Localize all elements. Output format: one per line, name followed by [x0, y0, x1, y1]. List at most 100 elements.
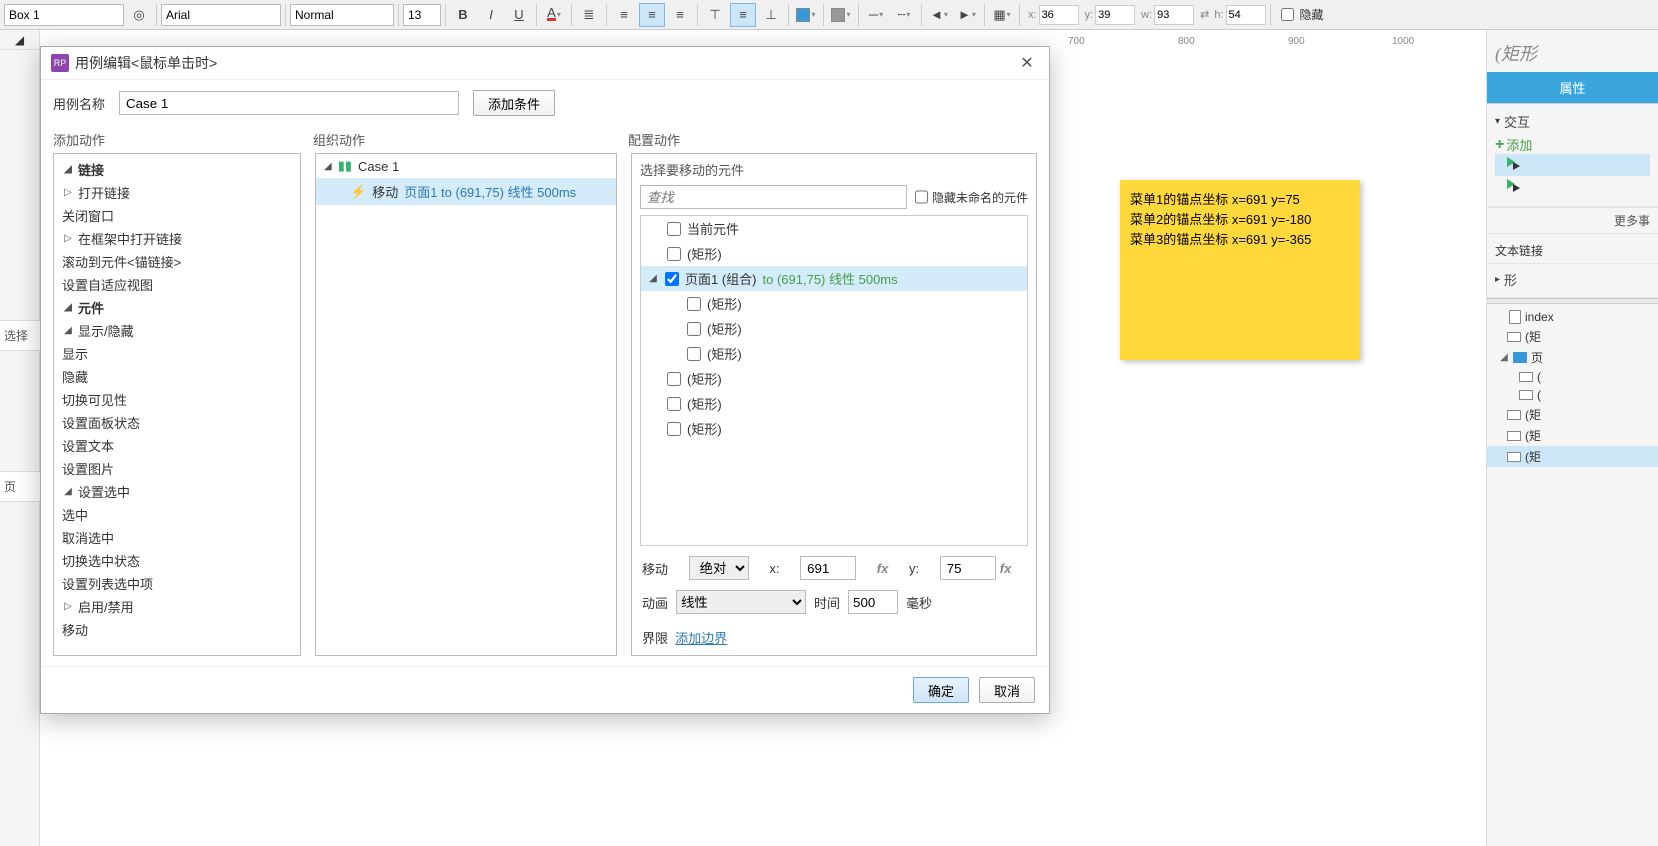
fill-color-button[interactable]: ▾: [793, 3, 819, 27]
bold-button[interactable]: B: [450, 3, 476, 27]
cfg-item-checkbox[interactable]: [687, 297, 701, 311]
arrow-start-button[interactable]: ◄▾: [926, 3, 952, 27]
widget-name-input[interactable]: [4, 4, 124, 26]
org-case-row[interactable]: ◢ ▮▮ Case 1: [316, 154, 616, 178]
font-size-select[interactable]: [403, 4, 441, 26]
padding-button[interactable]: ▦▾: [989, 3, 1015, 27]
x-input[interactable]: [1039, 5, 1079, 25]
left-collapsed-panels: 选择 页: [0, 320, 40, 542]
actions-tree-panel[interactable]: ◢链接 ▷打开链接 关闭窗口 ▷在框架中打开链接 滚动到元件<锚链接> 设置自适…: [53, 153, 301, 656]
organize-actions-panel[interactable]: ◢ ▮▮ Case 1 ⚡ 移动 页面1 to (691,75) 线性 500m…: [315, 153, 617, 656]
cfg-widget-list[interactable]: 当前元件 (矩形) ◢ 页面1 (组合) to (691,75) 线性 500m…: [640, 215, 1028, 546]
left-stub-page[interactable]: 页: [0, 471, 40, 502]
add-case-button[interactable]: +添加: [1495, 135, 1532, 154]
col-organize-action-label: 组织动作: [313, 130, 628, 149]
ruler-mark: 900: [1288, 36, 1305, 47]
valign-middle-button[interactable]: ≡: [730, 3, 756, 27]
cfg-item-checkbox[interactable]: [667, 372, 681, 386]
ruler-mark: 700: [1068, 36, 1085, 47]
target-icon[interactable]: ◎: [126, 3, 152, 27]
outline-item-rect[interactable]: (矩: [1487, 404, 1658, 425]
shape-section-label: 形: [1504, 270, 1517, 289]
fx-x-button[interactable]: fx: [877, 561, 903, 576]
bullets-button[interactable]: ≣: [576, 3, 602, 27]
case-row[interactable]: [1495, 154, 1650, 176]
outline-item-rect[interactable]: (矩: [1487, 446, 1658, 467]
outline-item-index[interactable]: index: [1487, 308, 1658, 326]
cfg-anim-select[interactable]: 线性: [676, 590, 806, 614]
line-color-button[interactable]: ▾: [828, 3, 854, 27]
col-configure-action-label: 配置动作: [628, 130, 1037, 149]
outline-tree[interactable]: index (矩 ◢页 ( ( (矩 (矩 (矩: [1487, 304, 1658, 846]
add-condition-button[interactable]: 添加条件: [473, 90, 555, 116]
case-icon: [1507, 179, 1523, 195]
cfg-item-page1[interactable]: ◢ 页面1 (组合) to (691,75) 线性 500ms: [641, 266, 1027, 291]
cfg-time-input[interactable]: [848, 590, 898, 614]
org-action-row[interactable]: ⚡ 移动 页面1 to (691,75) 线性 500ms: [316, 178, 616, 205]
cfg-item-checkbox[interactable]: [667, 222, 681, 236]
underline-button[interactable]: U: [506, 3, 532, 27]
cfg-header: 选择要移动的元件: [632, 154, 1036, 185]
align-left-button[interactable]: ≡: [611, 3, 637, 27]
section-interactions-label: 交互: [1504, 112, 1530, 131]
cfg-x-input[interactable]: [800, 556, 856, 580]
y-input[interactable]: [1095, 5, 1135, 25]
valign-bottom-button[interactable]: ⊥: [758, 3, 784, 27]
w-input[interactable]: [1154, 5, 1194, 25]
arrow-end-button[interactable]: ►▾: [954, 3, 980, 27]
hidden-checkbox[interactable]: [1281, 8, 1294, 21]
cfg-ms-label: 毫秒: [906, 593, 932, 612]
inspector-title: (矩形: [1487, 30, 1658, 72]
cfg-y-label: y:: [909, 561, 934, 576]
cfg-move-label: 移动: [642, 559, 683, 578]
line-width-button[interactable]: ─▾: [863, 3, 889, 27]
font-family-select[interactable]: [161, 4, 281, 26]
close-icon[interactable]: ✕: [1015, 51, 1039, 75]
font-color-button[interactable]: A▾: [541, 3, 567, 27]
configure-action-panel: 选择要移动的元件 隐藏未命名的元件 当前元件 (矩形) ◢ 页面1 (组合) t…: [631, 153, 1037, 656]
cfg-time-label: 时间: [814, 593, 840, 612]
cfg-item-checkbox[interactable]: [667, 422, 681, 436]
line-style-button[interactable]: ┄▾: [891, 3, 917, 27]
sticky-line: 菜单2的锚点坐标 x=691 y=-180: [1130, 210, 1350, 230]
valign-top-button[interactable]: ⊤: [702, 3, 728, 27]
sticky-line: 菜单1的锚点坐标 x=691 y=75: [1130, 190, 1350, 210]
font-weight-select[interactable]: [290, 4, 394, 26]
italic-button[interactable]: I: [478, 3, 504, 27]
outline-item-page1[interactable]: ◢页: [1487, 347, 1658, 368]
fx-y-button[interactable]: fx: [1000, 561, 1012, 576]
cfg-item-checkbox[interactable]: [667, 247, 681, 261]
outline-item-rect[interactable]: (矩: [1487, 425, 1658, 446]
inspector-pane: (矩形 属性 ▾交互 +添加 更多事 文本链接 ▸形 index (矩 ◢页 (…: [1486, 30, 1658, 846]
case-name-input[interactable]: [119, 91, 459, 115]
cfg-search-input[interactable]: [640, 185, 907, 209]
outline-item-rect[interactable]: (: [1487, 386, 1658, 404]
h-input[interactable]: [1226, 5, 1266, 25]
sticky-note[interactable]: 菜单1的锚点坐标 x=691 y=75 菜单2的锚点坐标 x=691 y=-18…: [1120, 180, 1360, 360]
folder-icon: [1513, 352, 1527, 363]
tab-properties[interactable]: 属性: [1487, 72, 1658, 103]
sticky-line: 菜单3的锚点坐标 x=691 y=-365: [1130, 230, 1350, 250]
cancel-button[interactable]: 取消: [979, 677, 1035, 703]
col-add-action-label: 添加动作: [53, 130, 313, 149]
hide-unnamed-checkbox[interactable]: [915, 185, 928, 209]
align-right-button[interactable]: ≡: [667, 3, 693, 27]
cfg-move-type-select[interactable]: 绝对位: [689, 556, 749, 580]
h-label: h:: [1210, 9, 1223, 21]
left-stub-select[interactable]: 选择: [0, 320, 40, 351]
cfg-x-label: x:: [769, 561, 794, 576]
cfg-item-checkbox[interactable]: [667, 397, 681, 411]
cfg-item-checkbox[interactable]: [665, 272, 679, 286]
ok-button[interactable]: 确定: [913, 677, 969, 703]
more-events-button[interactable]: 更多事: [1487, 207, 1658, 234]
cfg-add-boundary-link[interactable]: 添加边界: [675, 631, 727, 646]
cfg-item-checkbox[interactable]: [687, 322, 701, 336]
rect-icon: [1519, 372, 1533, 382]
cfg-y-input[interactable]: [940, 556, 996, 580]
lock-aspect-icon[interactable]: ⇄: [1196, 8, 1208, 21]
outline-item-rect[interactable]: (: [1487, 368, 1658, 386]
outline-item-rect[interactable]: (矩: [1487, 326, 1658, 347]
align-center-button[interactable]: ≡: [639, 3, 665, 27]
case-row[interactable]: [1495, 176, 1650, 198]
cfg-item-checkbox[interactable]: [687, 347, 701, 361]
